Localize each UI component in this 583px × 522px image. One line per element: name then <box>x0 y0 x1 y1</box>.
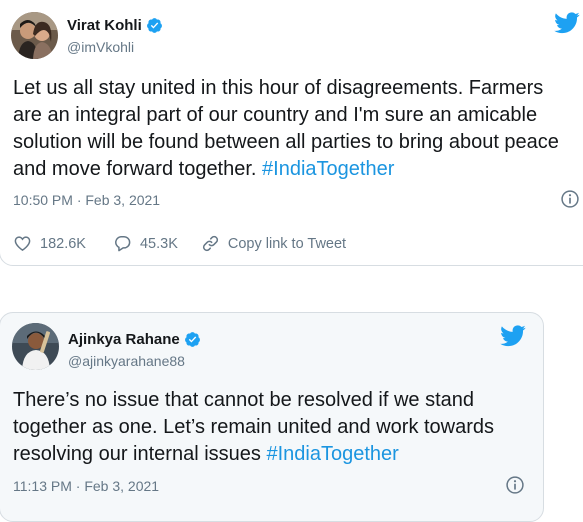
author-name[interactable]: Virat Kohli <box>67 17 142 34</box>
info-icon[interactable] <box>560 189 580 209</box>
tweet-timestamp[interactable]: 11:13 PM · Feb 3, 2021 <box>13 478 159 494</box>
avatar-image <box>12 323 59 370</box>
author-name[interactable]: Ajinkya Rahane <box>68 331 180 348</box>
tweet-body: There’s no issue that cannot be resolved… <box>13 389 495 465</box>
avatar[interactable] <box>12 323 59 370</box>
tweet-card-virat[interactable]: Virat Kohli @imVkohli Let us all stay un… <box>0 0 583 266</box>
twitter-bird-icon[interactable] <box>554 12 580 34</box>
tweet-text: Let us all stay united in this hour of d… <box>13 75 573 183</box>
avatar[interactable] <box>11 12 58 59</box>
hashtag-link[interactable]: #IndiaTogether <box>266 443 398 465</box>
like-count: 182.6K <box>40 235 86 252</box>
verified-badge-icon <box>184 332 200 347</box>
like-button[interactable]: 182.6K <box>13 234 86 253</box>
author-handle[interactable]: @ajinkyarahane88 <box>68 353 185 369</box>
copy-link-button[interactable]: Copy link to Tweet <box>201 234 346 253</box>
copy-link-label: Copy link to Tweet <box>227 235 347 252</box>
link-icon <box>202 235 218 252</box>
tweet-timestamp[interactable]: 10:50 PM · Feb 3, 2021 <box>13 192 160 208</box>
reply-button[interactable]: 45.3K <box>113 234 178 253</box>
avatar-image <box>11 12 58 59</box>
tweet-actions: 182.6K 45.3K Copy link to Tweet <box>13 234 346 253</box>
reply-count: 45.3K <box>139 235 178 252</box>
reply-bubble-icon <box>115 236 131 252</box>
tweet-text: There’s no issue that cannot be resolved… <box>13 387 525 468</box>
tweet-card-rahane[interactable]: Ajinkya Rahane @ajinkyarahane88 There’s … <box>0 312 544 522</box>
hashtag-link[interactable]: #IndiaTogether <box>262 158 394 180</box>
heart-icon <box>14 236 31 251</box>
author-handle[interactable]: @imVkohli <box>67 39 134 55</box>
verified-badge-icon <box>146 18 162 33</box>
twitter-bird-icon[interactable] <box>500 325 526 347</box>
info-icon[interactable] <box>505 475 525 495</box>
